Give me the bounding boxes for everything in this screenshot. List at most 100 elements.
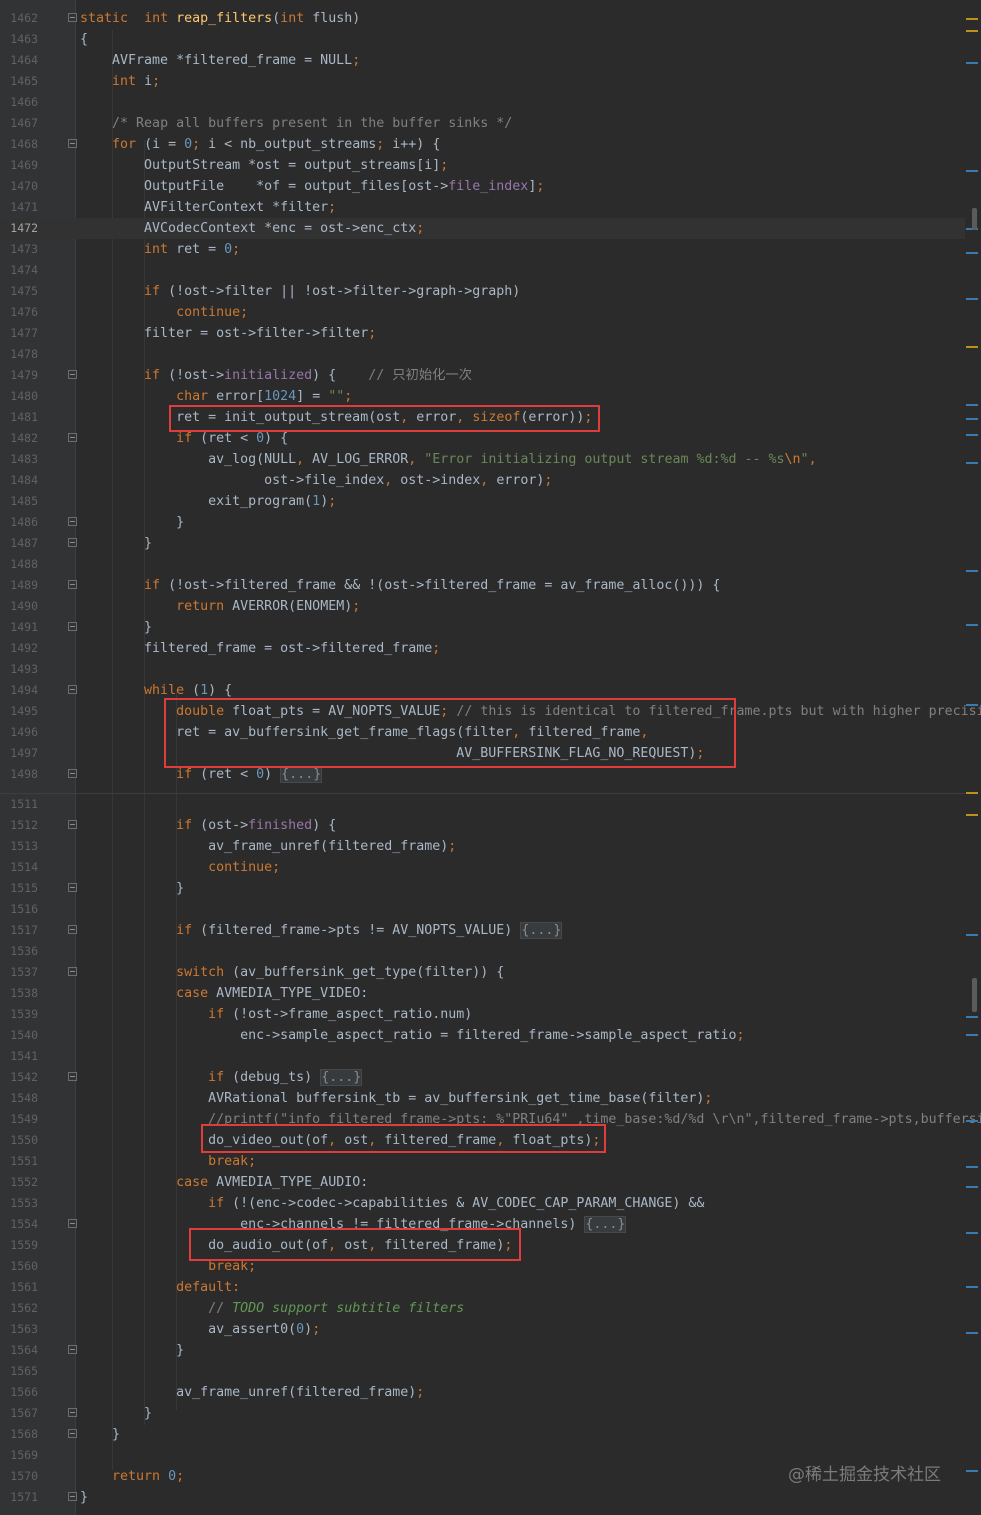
- code-line[interactable]: 1511: [0, 794, 965, 815]
- code-text[interactable]: av_frame_unref(filtered_frame);: [80, 1382, 424, 1403]
- code-text[interactable]: OutputFile *of = output_files[ost->file_…: [80, 176, 544, 197]
- code-text[interactable]: if (filtered_frame->pts != AV_NOPTS_VALU…: [80, 920, 563, 941]
- code-line[interactable]: 1467 /* Reap all buffers present in the …: [0, 113, 965, 134]
- code-text[interactable]: AVRational buffersink_tb = av_buffersink…: [80, 1088, 712, 1109]
- code-text[interactable]: AVFrame *filtered_frame = NULL;: [80, 50, 360, 71]
- code-line[interactable]: 1516: [0, 899, 965, 920]
- code-line[interactable]: 1566 av_frame_unref(filtered_frame);: [0, 1382, 965, 1403]
- change-marker[interactable]: [966, 1016, 978, 1018]
- code-text[interactable]: if (debug_ts) {...}: [80, 1067, 363, 1088]
- code-editor[interactable]: 1462 static int reap_filters(int flush) 14…: [0, 0, 981, 1515]
- code-text[interactable]: AVCodecContext *enc = ost->enc_ctx;: [80, 218, 424, 239]
- code-line[interactable]: 1492 filtered_frame = ost->filtered_fram…: [0, 638, 965, 659]
- fold-toggle-icon[interactable]: [68, 1219, 77, 1228]
- code-line[interactable]: 1476 continue;: [0, 302, 965, 323]
- folded-code-placeholder[interactable]: {...}: [280, 766, 323, 783]
- fold-toggle-icon[interactable]: [68, 139, 77, 148]
- change-marker[interactable]: [966, 62, 978, 64]
- code-line[interactable]: 1551 break;: [0, 1151, 965, 1172]
- warning-marker[interactable]: [966, 30, 978, 32]
- fold-toggle-icon[interactable]: [68, 1429, 77, 1438]
- change-marker[interactable]: [966, 462, 978, 464]
- code-text[interactable]: ost->file_index, ost->index, error);: [80, 470, 552, 491]
- error-stripe[interactable]: [963, 0, 981, 1515]
- code-text[interactable]: av_log(NULL, AV_LOG_ERROR, "Error initia…: [80, 449, 817, 470]
- code-text[interactable]: }: [80, 1340, 184, 1361]
- code-line[interactable]: 1465 int i;: [0, 71, 965, 92]
- code-line[interactable]: 1486 }: [0, 512, 965, 533]
- code-line[interactable]: 1491 }: [0, 617, 965, 638]
- change-marker[interactable]: [966, 1186, 978, 1188]
- change-marker[interactable]: [966, 170, 978, 172]
- code-line[interactable]: 1571}: [0, 1487, 965, 1508]
- code-line[interactable]: 1472 AVCodecContext *enc = ost->enc_ctx;: [0, 218, 965, 239]
- code-text[interactable]: int ret = 0;: [80, 239, 240, 260]
- fold-toggle-icon[interactable]: [68, 883, 77, 892]
- code-text[interactable]: break;: [80, 1151, 256, 1172]
- code-line[interactable]: 1463 {: [0, 29, 965, 50]
- fold-toggle-icon[interactable]: [68, 13, 77, 22]
- code-text[interactable]: if (!ost->filtered_frame && !(ost->filte…: [80, 575, 720, 596]
- fold-toggle-icon[interactable]: [68, 1072, 77, 1081]
- fold-toggle-icon[interactable]: [68, 580, 77, 589]
- warning-marker[interactable]: [966, 792, 978, 794]
- code-line[interactable]: 1473 int ret = 0;: [0, 239, 965, 260]
- change-marker[interactable]: [966, 1286, 978, 1288]
- warning-marker[interactable]: [966, 18, 978, 20]
- code-line[interactable]: 1483 av_log(NULL, AV_LOG_ERROR, "Error i…: [0, 449, 965, 470]
- code-text[interactable]: continue;: [80, 302, 248, 323]
- code-line[interactable]: 1563 av_assert0(0);: [0, 1319, 965, 1340]
- change-marker[interactable]: [966, 570, 978, 572]
- code-text[interactable]: if (!ost->filter || !ost->filter->graph-…: [80, 281, 520, 302]
- code-line[interactable]: 1487 }: [0, 533, 965, 554]
- code-line[interactable]: 1493: [0, 659, 965, 680]
- code-text[interactable]: for (i = 0; i < nb_output_streams; i++) …: [80, 134, 440, 155]
- scrollbar-thumb[interactable]: [972, 978, 977, 1012]
- fold-toggle-icon[interactable]: [68, 820, 77, 829]
- code-line[interactable]: 1542 if (debug_ts) {...}: [0, 1067, 965, 1088]
- code-line[interactable]: 1480 char error[1024] = "";: [0, 386, 965, 407]
- code-text[interactable]: av_assert0(0);: [80, 1319, 320, 1340]
- code-line[interactable]: 1470 OutputFile *of = output_files[ost->…: [0, 176, 965, 197]
- code-line[interactable]: 1514 continue;: [0, 857, 965, 878]
- code-line[interactable]: 1466: [0, 92, 965, 113]
- code-text[interactable]: av_frame_unref(filtered_frame);: [80, 836, 456, 857]
- change-marker[interactable]: [966, 704, 978, 706]
- code-text[interactable]: }: [80, 1403, 152, 1424]
- code-text[interactable]: OutputStream *ost = output_streams[i];: [80, 155, 448, 176]
- code-line[interactable]: 1540 enc->sample_aspect_ratio = filtered…: [0, 1025, 965, 1046]
- code-text[interactable]: filtered_frame = ost->filtered_frame;: [80, 638, 440, 659]
- code-line[interactable]: 1469 OutputStream *ost = output_streams[…: [0, 155, 965, 176]
- code-line[interactable]: 1537 switch (av_buffersink_get_type(filt…: [0, 962, 965, 983]
- code-line[interactable]: 1474: [0, 260, 965, 281]
- code-text[interactable]: case AVMEDIA_TYPE_AUDIO:: [80, 1172, 368, 1193]
- code-line[interactable]: 1468 for (i = 0; i < nb_output_streams; …: [0, 134, 965, 155]
- code-text[interactable]: return AVERROR(ENOMEM);: [80, 596, 360, 617]
- code-text[interactable]: }: [80, 533, 152, 554]
- code-line[interactable]: 1562 // TODO support subtitle filters: [0, 1298, 965, 1319]
- code-line[interactable]: 1548 AVRational buffersink_tb = av_buffe…: [0, 1088, 965, 1109]
- code-line[interactable]: 1488: [0, 554, 965, 575]
- code-text[interactable]: continue;: [80, 857, 280, 878]
- code-line[interactable]: 1477 filter = ost->filter->filter;: [0, 323, 965, 344]
- change-marker[interactable]: [966, 434, 978, 436]
- code-text[interactable]: case AVMEDIA_TYPE_VIDEO:: [80, 983, 368, 1004]
- change-marker[interactable]: [966, 1120, 978, 1122]
- code-line[interactable]: 1485 exit_program(1);: [0, 491, 965, 512]
- code-line[interactable]: 1484 ost->file_index, ost->index, error)…: [0, 470, 965, 491]
- folded-code-placeholder[interactable]: {...}: [320, 1069, 363, 1086]
- code-line[interactable]: 1462 static int reap_filters(int flush): [0, 8, 965, 29]
- change-marker[interactable]: [966, 404, 978, 406]
- code-text[interactable]: {: [80, 29, 88, 50]
- code-line[interactable]: 1475 if (!ost->filter || !ost->filter->g…: [0, 281, 965, 302]
- code-text[interactable]: return 0;: [80, 1466, 184, 1487]
- code-line[interactable]: 1478: [0, 344, 965, 365]
- code-text[interactable]: char error[1024] = "";: [80, 386, 352, 407]
- change-marker[interactable]: [966, 624, 978, 626]
- code-text[interactable]: if (!ost->initialized) { // 只初始化一次: [80, 365, 472, 386]
- fold-toggle-icon[interactable]: [68, 967, 77, 976]
- fold-toggle-icon[interactable]: [68, 1408, 77, 1417]
- warning-marker[interactable]: [966, 814, 978, 816]
- code-line[interactable]: 1538 case AVMEDIA_TYPE_VIDEO:: [0, 983, 965, 1004]
- code-line[interactable]: 1515 }: [0, 878, 965, 899]
